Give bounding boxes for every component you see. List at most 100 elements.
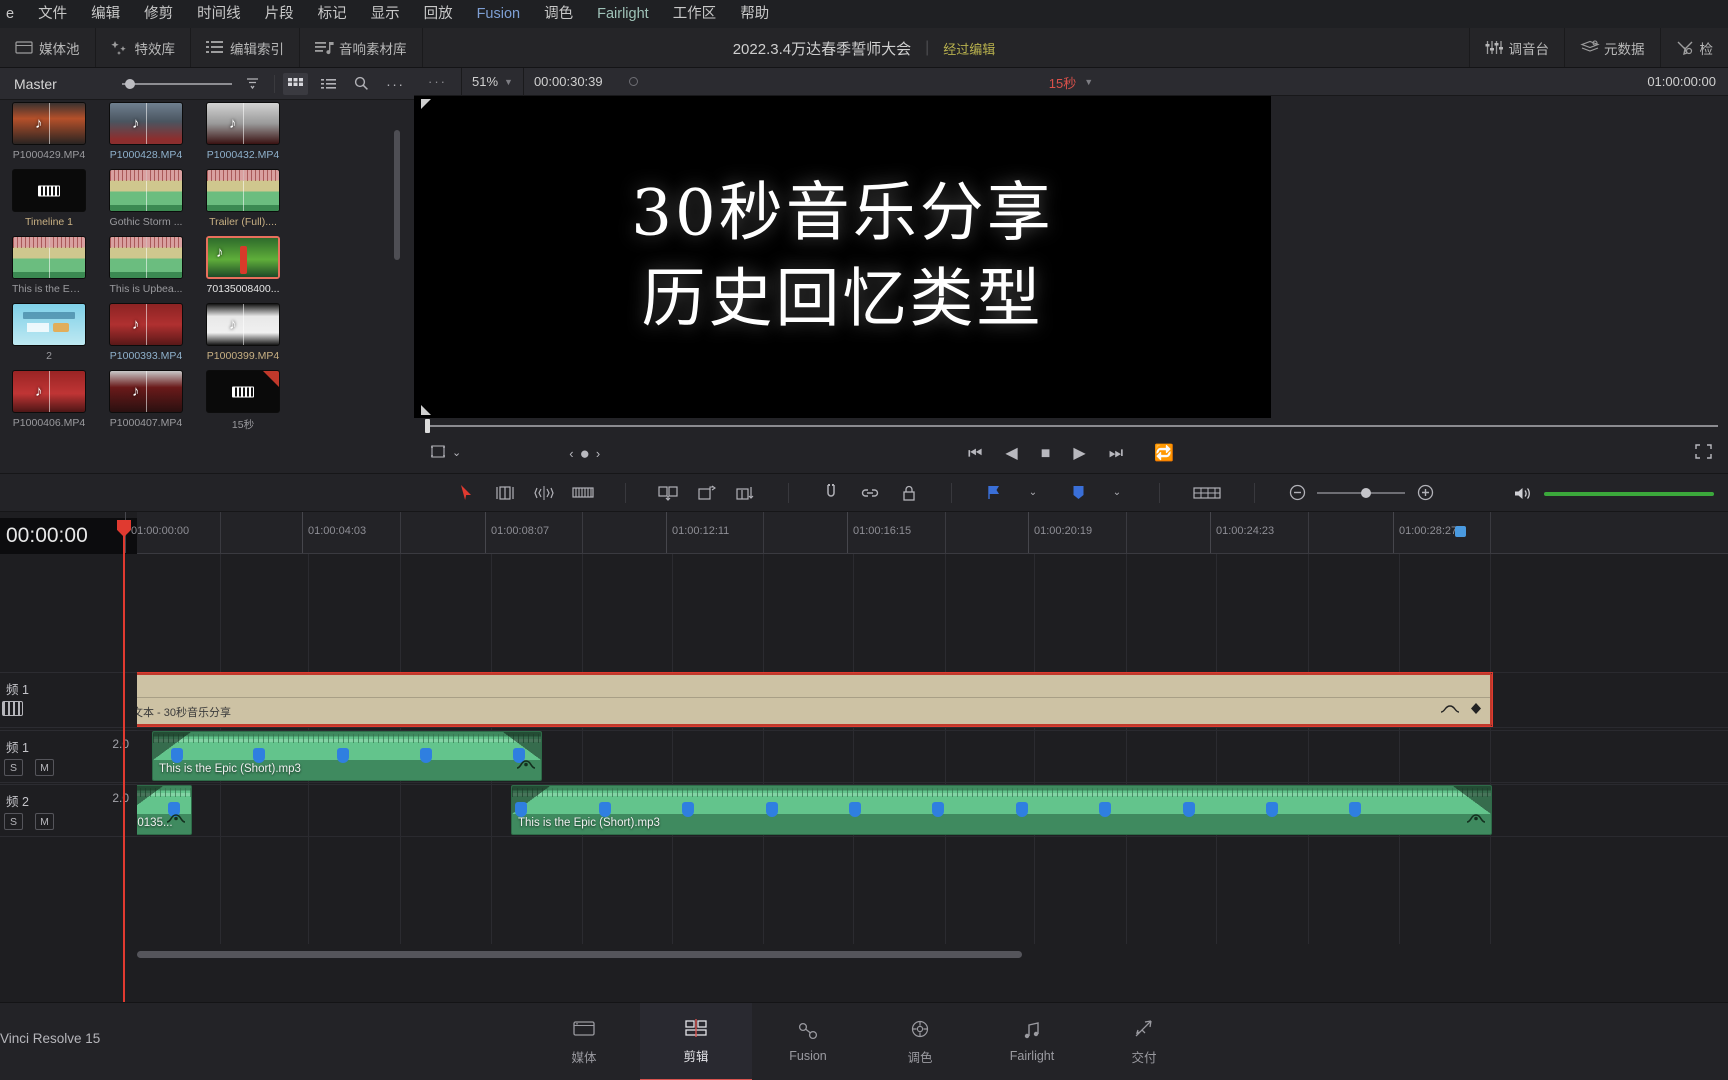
- scrubber-handle[interactable]: [425, 419, 430, 433]
- media-thumbnail[interactable]: ♪: [206, 236, 280, 279]
- audio-keyframe[interactable]: [849, 802, 861, 817]
- timeline-view-icon[interactable]: [1191, 483, 1223, 503]
- page-button-edit[interactable]: 剪辑: [640, 1002, 752, 1080]
- media-pool-item[interactable]: ♪ P1000406.MP4: [12, 370, 86, 432]
- menu-item-11[interactable]: Fairlight: [585, 0, 661, 28]
- menu-item-7[interactable]: 显示: [359, 0, 412, 28]
- lock-icon[interactable]: [898, 483, 920, 503]
- page-button-deliver[interactable]: 交付: [1088, 1003, 1200, 1080]
- flag-icon[interactable]: [983, 483, 1005, 503]
- media-thumbnail[interactable]: [12, 303, 86, 346]
- zoom-in-icon[interactable]: [1414, 483, 1436, 503]
- fade-in-handle[interactable]: [137, 786, 163, 814]
- media-thumbnail[interactable]: ♪: [206, 303, 280, 346]
- selection-arrow-icon[interactable]: [455, 483, 477, 503]
- page-button-media[interactable]: 媒体: [528, 1003, 640, 1080]
- timeline-clip[interactable]: 70135...: [137, 785, 192, 835]
- toolbar-button-metadata[interactable]: 元数据: [1564, 28, 1660, 67]
- menu-item-1[interactable]: 文件: [26, 0, 79, 28]
- stop-icon[interactable]: ■: [1041, 445, 1051, 462]
- viewer-timecode[interactable]: 00:00:30:39: [522, 67, 613, 96]
- record-dot-icon[interactable]: [628, 77, 638, 86]
- audio-keyframe[interactable]: [682, 802, 694, 817]
- audio-keyframe[interactable]: [766, 802, 778, 817]
- viewer-zoom-selector[interactable]: 51% ▼: [461, 67, 523, 96]
- media-pool-item[interactable]: Gothic Storm ...: [109, 169, 183, 228]
- track-header-1[interactable]: 频 1 2.0 S M: [0, 730, 137, 783]
- insert-clip-icon[interactable]: [657, 483, 679, 503]
- media-thumbnail[interactable]: [109, 169, 183, 212]
- trim-edit-icon[interactable]: [494, 483, 516, 503]
- play-reverse-icon[interactable]: ◀: [1005, 445, 1017, 462]
- viewer-canvas[interactable]: 30秒音乐分享 历史回忆类型: [414, 96, 1271, 418]
- audio-keyframe[interactable]: [1099, 802, 1111, 817]
- media-pool-item[interactable]: This is the Epi...: [12, 236, 86, 295]
- media-thumbnail[interactable]: [12, 169, 86, 212]
- menu-item-2[interactable]: 编辑: [79, 0, 132, 28]
- skip-to-end-icon[interactable]: ⏭: [1109, 445, 1123, 462]
- mute-button[interactable]: M: [35, 813, 54, 830]
- track-header-2[interactable]: 频 2 2.0 S M: [0, 784, 137, 837]
- timeline-canvas[interactable]: 文本 - 30秒音乐分享 This is the Epic (Short).mp3…: [137, 554, 1728, 944]
- media-pool-item[interactable]: Timeline 1: [12, 169, 86, 228]
- mute-button[interactable]: M: [35, 759, 54, 776]
- menu-item-12[interactable]: 工作区: [661, 0, 729, 28]
- toolbar-button-effects-library[interactable]: 特效库: [96, 28, 191, 67]
- keyframe-curve-icon[interactable]: [516, 758, 536, 776]
- page-button-fairlight[interactable]: Fairlight: [976, 1003, 1088, 1080]
- menu-item-6[interactable]: 标记: [306, 0, 359, 28]
- audio-keyframe[interactable]: [1016, 802, 1028, 817]
- play-icon[interactable]: ▶: [1073, 445, 1085, 462]
- timeline-playhead[interactable]: [117, 520, 131, 1002]
- media-pool-item[interactable]: ♪ P1000407.MP4: [109, 370, 183, 432]
- link-icon[interactable]: [859, 483, 881, 503]
- razor-blade-icon[interactable]: [572, 483, 594, 503]
- menu-item-10[interactable]: 调色: [532, 0, 585, 28]
- solo-button[interactable]: S: [4, 759, 23, 776]
- solo-button[interactable]: S: [4, 813, 23, 830]
- fade-out-handle[interactable]: [1453, 786, 1491, 814]
- audio-keyframe[interactable]: [171, 748, 183, 763]
- audio-keyframe[interactable]: [515, 802, 527, 817]
- loop-icon[interactable]: 🔁: [1154, 445, 1174, 462]
- audio-keyframe[interactable]: [1183, 802, 1195, 817]
- media-thumbnail[interactable]: [206, 169, 280, 212]
- audio-keyframe[interactable]: [932, 802, 944, 817]
- timeline-current-timecode[interactable]: 00:00:00: [0, 518, 137, 554]
- audio-keyframe[interactable]: [337, 748, 349, 763]
- dynamic-trim-icon[interactable]: [533, 483, 555, 503]
- menu-item-9[interactable]: Fusion: [465, 0, 533, 28]
- media-thumbnail[interactable]: ♪: [12, 370, 86, 413]
- media-pool-item[interactable]: 2: [12, 303, 86, 362]
- media-pool-grid[interactable]: ♪ P1000429.MP4 ♪ P1000428.MP4 ♪ P1000432.MP4 T…: [12, 100, 380, 473]
- toolbar-button-sound-library[interactable]: 音响素材库: [300, 28, 423, 67]
- media-pool-item[interactable]: ♪ P1000432.MP4: [206, 102, 280, 161]
- menu-item-13[interactable]: 帮助: [728, 0, 781, 28]
- skip-to-start-icon[interactable]: ⏮: [968, 445, 982, 462]
- media-pool-item[interactable]: ♪ P1000399.MP4: [206, 303, 280, 362]
- timeline-clip[interactable]: This is the Epic (Short).mp3: [152, 731, 542, 781]
- page-button-color[interactable]: 调色: [864, 1003, 976, 1080]
- more-options-icon[interactable]: ···: [383, 73, 408, 95]
- overwrite-clip-icon[interactable]: [696, 483, 718, 503]
- keyframe-curve-icon[interactable]: [166, 812, 186, 830]
- page-button-fusion[interactable]: Fusion: [752, 1003, 864, 1080]
- media-thumbnail[interactable]: ♪: [12, 102, 86, 145]
- zoom-slider[interactable]: [1317, 487, 1405, 498]
- chevron-down-icon[interactable]: ⌄: [1022, 483, 1044, 503]
- toolbar-button-media-pool[interactable]: 媒体池: [0, 28, 96, 67]
- toolbar-button-edit-index[interactable]: 编辑索引: [191, 28, 300, 67]
- media-pool-item[interactable]: ♪ P1000428.MP4: [109, 102, 183, 161]
- grid-view-icon[interactable]: [282, 72, 308, 95]
- replace-clip-icon[interactable]: [735, 483, 757, 503]
- search-icon[interactable]: [349, 73, 374, 95]
- list-view-icon[interactable]: [316, 73, 341, 95]
- media-thumbnail[interactable]: ♪: [109, 370, 183, 413]
- timeline-horizontal-scrollbar[interactable]: [137, 951, 1728, 958]
- keyframe-curve-icon[interactable]: [1440, 702, 1460, 720]
- timeline-clip[interactable]: This is the Epic (Short).mp3: [511, 785, 1492, 835]
- track-header-0[interactable]: 频 1: [0, 672, 137, 728]
- sort-icon[interactable]: [240, 73, 265, 95]
- thumbnail-size-slider[interactable]: [121, 77, 233, 91]
- media-thumbnail[interactable]: [109, 236, 183, 279]
